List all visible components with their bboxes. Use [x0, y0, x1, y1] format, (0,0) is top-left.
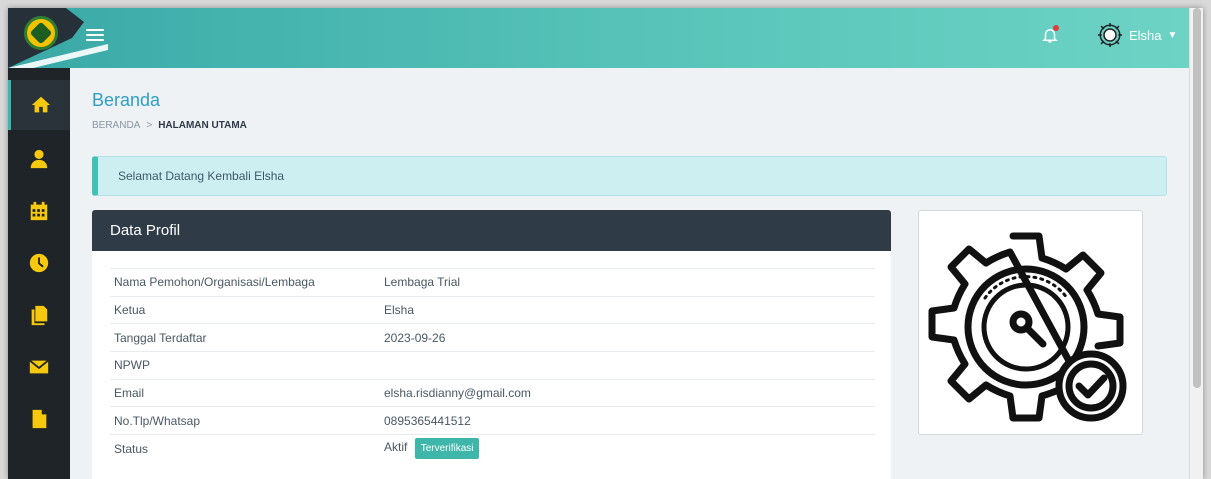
row-value: Lembaga Trial	[380, 268, 875, 297]
calendar-icon	[30, 201, 48, 221]
status-badge: Terverifikasi	[414, 438, 480, 460]
row-value: 0895365441512	[380, 406, 875, 435]
hamburger-icon[interactable]	[84, 24, 106, 46]
sidebar-item-file[interactable]	[8, 394, 70, 444]
row-value: elsha.risdianny@gmail.com	[380, 378, 875, 407]
row-value: Elsha	[380, 295, 875, 324]
home-icon	[31, 96, 50, 113]
table-row: NPWP	[110, 351, 875, 380]
row-label: Email	[110, 378, 380, 407]
row-label: Nama Pemohon/Organisasi/Lembaga	[110, 268, 380, 297]
profile-card-title: Data Profil	[110, 222, 181, 239]
user-icon	[30, 149, 48, 169]
profile-card-header: Data Profil	[92, 210, 891, 251]
sidebar-item-messages[interactable]	[8, 342, 70, 392]
alert-message: Selamat Datang Kembali Elsha	[118, 169, 285, 183]
row-label: Tanggal Terdaftar	[110, 323, 380, 352]
table-row: No.Tlp/Whatsap 0895365441512	[110, 406, 875, 435]
sidebar-item-history[interactable]	[8, 238, 70, 288]
table-row: Ketua Elsha	[110, 295, 875, 324]
row-label: Status	[110, 434, 380, 463]
chevron-down-icon: ▼	[1167, 29, 1178, 41]
main-content: Beranda BERANDA > HALAMAN UTAMA Selamat …	[70, 68, 1189, 479]
scrollbar-thumb[interactable]	[1193, 8, 1201, 388]
envelope-icon	[29, 359, 49, 374]
status-text: Aktif	[384, 440, 408, 455]
user-name: Elsha	[1129, 27, 1162, 43]
illustration-card	[918, 210, 1143, 435]
breadcrumb: BERANDA > HALAMAN UTAMA	[92, 120, 247, 131]
breadcrumb-separator: >	[146, 120, 153, 131]
row-value-status: Aktif Terverifikasi	[380, 434, 875, 463]
sidebar-item-user[interactable]	[8, 134, 70, 184]
sidebar-item-documents[interactable]	[8, 290, 70, 340]
breadcrumb-current: HALAMAN UTAMA	[158, 120, 247, 131]
welcome-alert: Selamat Datang Kembali Elsha	[92, 156, 1167, 196]
table-row: Nama Pemohon/Organisasi/Lembaga Lembaga …	[110, 268, 875, 297]
row-label: No.Tlp/Whatsap	[110, 406, 380, 435]
file-icon	[32, 409, 47, 429]
row-label: Ketua	[110, 295, 380, 324]
top-navbar: Elsha ▼	[8, 8, 1189, 74]
user-menu[interactable]: Elsha ▼	[1095, 18, 1177, 52]
clock-icon	[29, 253, 49, 273]
table-row: Email elsha.risdianny@gmail.com	[110, 378, 875, 407]
copy-icon	[31, 305, 48, 326]
sidebar-item-home[interactable]	[8, 80, 70, 130]
user-avatar-gear-icon	[1098, 23, 1122, 47]
bell-icon[interactable]	[1041, 25, 1059, 45]
notification-dot	[1053, 25, 1059, 31]
row-value	[380, 351, 875, 380]
table-row: Status Aktif Terverifikasi	[110, 434, 875, 463]
vertical-scrollbar[interactable]	[1189, 8, 1203, 479]
profile-table: Nama Pemohon/Organisasi/Lembaga Lembaga …	[110, 268, 875, 463]
sidebar	[8, 68, 70, 479]
table-row: Tanggal Terdaftar 2023-09-26	[110, 323, 875, 352]
breadcrumb-root[interactable]: BERANDA	[92, 120, 140, 131]
gear-gauge-check-icon	[928, 232, 1126, 421]
logo[interactable]	[24, 16, 58, 50]
profile-card: Data Profil Nama Pemohon/Organisasi/Lemb…	[92, 210, 891, 479]
sidebar-item-calendar[interactable]	[8, 186, 70, 236]
page-title: Beranda	[92, 90, 161, 110]
row-label: NPWP	[110, 351, 380, 380]
app-window: Elsha ▼ Beranda BERANDA > HALAMAN UTAMA …	[8, 8, 1203, 479]
row-value: 2023-09-26	[380, 323, 875, 352]
